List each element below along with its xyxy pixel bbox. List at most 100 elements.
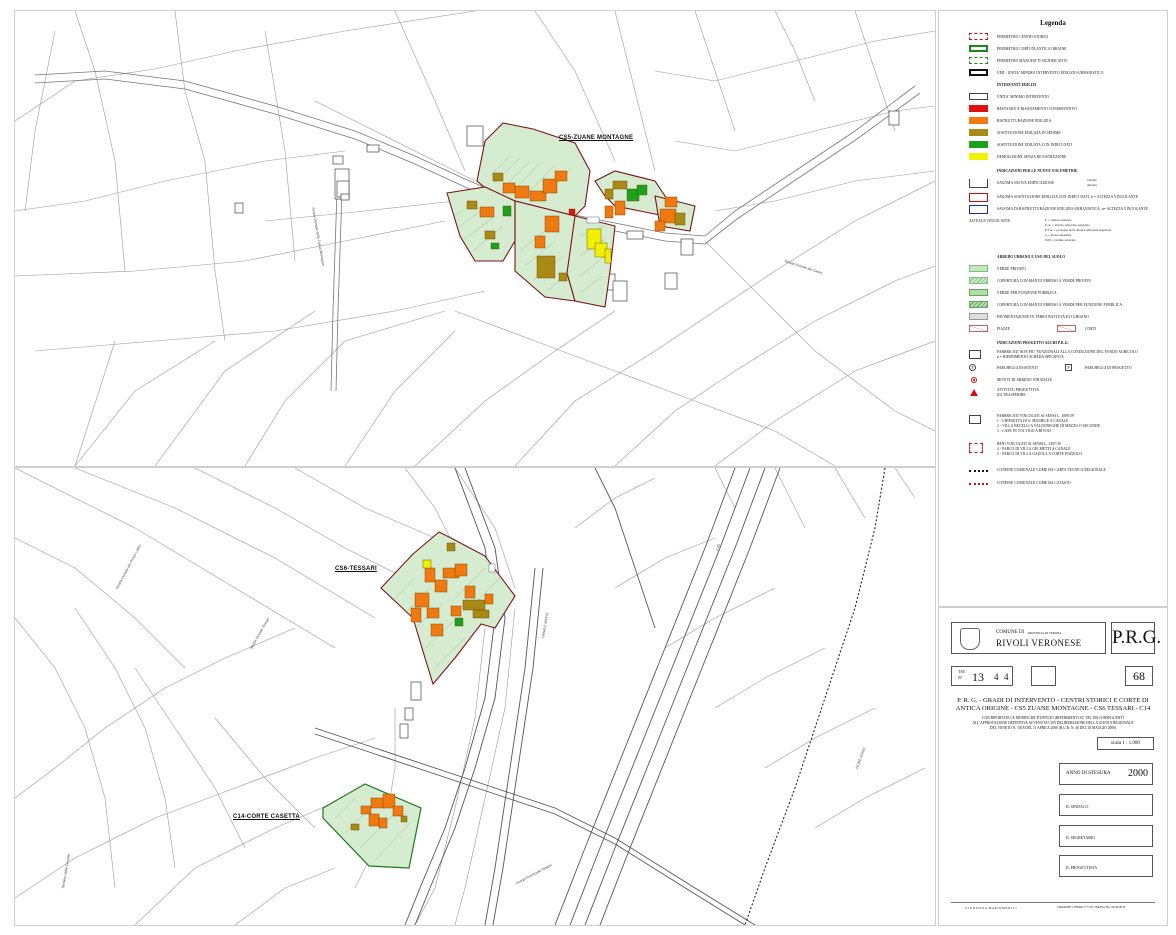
title-block: COMUNE DI PROVINCIA DI VERONA RIVOLI VER… — [938, 607, 1168, 926]
legend-item: PERIMETRO CENTRI STORICI — [997, 35, 1049, 39]
swatch-fabbricati-vincolati — [969, 415, 981, 424]
swatch-sostituzione-indici — [969, 141, 988, 148]
sheet-note-line-1: CON RIPORTATE LE MODIFICHE D'UFFICIO (RI… — [982, 716, 1124, 720]
map-label-c14: C14-CORTE CASETTA — [233, 814, 300, 820]
legend-item: ALTEZZA VINCOLANTE — [969, 219, 1011, 223]
swatch-sostituzione-sedime — [969, 129, 988, 136]
tav-label: TAV. — [958, 669, 966, 674]
legend-item: 2 - VILLA BECELLI A VALDONEGHE DI MEZZO … — [997, 424, 1101, 428]
legend-heading: INDICAZIONI PROGETTO ALCHI P.R.G. — [997, 341, 1069, 345]
map-panel-cs6-c14[interactable]: CS6-TESSARI C14-CORTE CASETTA Strada Vic… — [14, 467, 936, 926]
parking-existing-icon: P — [969, 364, 976, 371]
legend-item: UMI - UNITA' MINIMO INTERVENTO EDILIZIO-… — [997, 71, 1104, 75]
swatch-verde-pubblico — [969, 289, 988, 296]
swatch-verde-privato — [969, 265, 988, 272]
tav-number: 13 — [972, 670, 984, 684]
arredo-stradale-icon — [971, 377, 977, 383]
legend-item: CORTI — [1085, 327, 1097, 331]
legend-item: 3 - CASE IN VIA VIGO A RIVOLI — [997, 429, 1052, 433]
swatch-unita-minima — [969, 93, 988, 100]
attivita-produttiva-icon — [970, 389, 978, 396]
swatch-confine-catasto — [969, 483, 988, 485]
legend-item: PIAZZE — [997, 327, 1010, 331]
legend-item: SOSTITUZIONE EDILIZIA IN SEDIME — [997, 131, 1061, 135]
legend-panel: Legenda PERIMETRO CENTRI STORICI PERIMET… — [938, 10, 1168, 607]
scale-box: scala 1 : 1.000 — [1097, 737, 1154, 750]
legend-item: SAGOMA DI RISTRUTTURAZIONE EDILIZIO-URBA… — [997, 207, 1149, 211]
progettista-signature-box: IL PROGETTISTA — [1059, 855, 1153, 877]
legend-item: n = RIFERIMENTO SCHEDA SPECIFICA — [997, 355, 1064, 359]
map-panel-cs5[interactable]: CS5-ZUANE MONTAGNE Strada Vicinale della… — [14, 10, 936, 467]
legend-item: VERDE PER FUNZIONE PUBBLICA — [997, 291, 1057, 295]
legend-item: 4 - PARCO DI VILLA GELMETTI A CANALE — [997, 447, 1071, 451]
comune-name: RIVOLI VERONESE — [996, 638, 1082, 648]
legend-item: RESTAURO E RISANAMENTO CONSERVATIVO — [997, 107, 1077, 111]
segretario-label: IL SEGRETARIO — [1066, 835, 1096, 840]
legend-item: ATTIVITA' PRODUTTIVA — [997, 388, 1040, 392]
legend-item: SAGOMA SOSTITUZIONE EDILIZIA CON INDICI … — [997, 195, 1139, 199]
legend-item: 1 - CHIESETTA DI S. MICHELE A CANALE — [997, 419, 1069, 423]
tav-n-label: N° — [958, 675, 963, 680]
swatch-perimetro-corti — [969, 45, 988, 52]
legend-volume-label: Volume — [1087, 178, 1097, 182]
swatch-demolizione — [969, 153, 988, 160]
map-label-cs6: CS6-TESSARI — [335, 566, 377, 572]
legend-item: FABBRICATI NON PIU' FUNZIONALI ALLA COND… — [997, 350, 1138, 354]
legend-heading: INTERVENTI EDILIZI — [997, 83, 1037, 87]
legend-item: PAVIMENTAZIONE IN TERRA BATTUTA E/O GHIA… — [997, 315, 1089, 319]
provincia-label: PROVINCIA DI VERONA — [1028, 631, 1062, 635]
cadastral-map-cs5 — [15, 11, 935, 466]
swatch-manto-erboso-pubblico — [969, 301, 988, 308]
tav-sub-2: 4 — [1004, 672, 1009, 682]
legend-item: DEMOLIZIONE SENZA RICOSTRUZIONE — [997, 155, 1067, 159]
sheet-note-line-2: ALL'APPROVAZIONE DEFINITIVA AVVENUTA CON… — [972, 721, 1134, 725]
tav-box: TAV. N° 13 4 4 — [951, 666, 1013, 686]
legend-item: VERDE PRIVATO — [997, 267, 1026, 271]
anno-label: ANNO DI STESURA — [1066, 771, 1111, 776]
legend-item: PARCHEGGI DI PROGETTO — [1085, 366, 1132, 370]
legend-code: E = altezza esistente — [1045, 218, 1072, 222]
map-label-cs5: CS5-ZUANE MONTAGNE — [559, 135, 634, 141]
comune-seal-icon — [960, 628, 980, 650]
comune-box: COMUNE DI PROVINCIA DI VERONA RIVOLI VER… — [951, 622, 1106, 654]
legend-heading: INDICAZIONI PER LE NUOVE VOLUMETRIE — [997, 169, 1078, 173]
legend-item: SAGOMA NUOVA EDIFICAZIONE — [997, 181, 1054, 185]
swatch-sagoma-ristrutturazione — [969, 205, 988, 214]
swatch-perimetro-centri — [969, 33, 988, 40]
swatch-piazze — [969, 325, 988, 332]
legend-code: P.T.A. = prosegue della altezza adiacent… — [1045, 228, 1112, 232]
swatch-confine-ctr — [969, 470, 988, 472]
legend-item: CONFINE COMUNALE COME DA CARTA TECNICA R… — [997, 468, 1106, 472]
legend-item: BENI VINCOLATI AI SENSI L. 1497/39 — [997, 442, 1061, 446]
swatch-sagoma-sostituzione — [969, 193, 988, 202]
map-sheet: CS5-ZUANE MONTAGNE Strada Vicinale della… — [0, 0, 1176, 935]
footer-divider — [951, 902, 1155, 903]
legend-code: n = altezza massima — [1045, 233, 1072, 237]
studio-name: S T U D I O I N G. M A R I O M E D I C I — [965, 906, 1017, 910]
swatch-sagoma-nuova — [969, 179, 988, 188]
swatch-terra-battuta — [969, 313, 988, 320]
legend-altezza-label: Altezza — [1087, 183, 1097, 187]
legend-item: SOSTITUZIONE EDILIZIA CON INDICI DATI — [997, 143, 1072, 147]
legend-item: UNITA' MINIMO INTERVENTO — [997, 95, 1050, 99]
legend-item: COPERTURA CON MANTO ERBOSO A VERDE PRIVA… — [997, 279, 1092, 283]
swatch-fabbricati-non-funzionali — [969, 350, 981, 359]
legend-item: RISTRUTTURAZIONE EDILIZIA — [997, 119, 1052, 123]
swatch-manto-erboso-privato — [969, 277, 988, 284]
parking-project-icon: P — [1065, 364, 1072, 371]
legend-code: U.A. = altezza adiacente segnalata — [1045, 223, 1090, 227]
anno-value: 2000 — [1128, 768, 1148, 779]
progettista-label: IL PROGETTISTA — [1066, 865, 1098, 870]
comune-di-label: COMUNE DI — [996, 630, 1025, 635]
sheet-title-line-1: P. R. G. - GRADI DI INTERVENTO - CENTRI … — [957, 697, 1149, 704]
legend-item: DA TRASFERIRE — [997, 393, 1026, 397]
swatch-corti — [1057, 325, 1076, 332]
legend-item: MOTIVI DI ARREDO STRADALE — [997, 378, 1053, 382]
legend-code: 0.00 = volume esistente — [1045, 238, 1076, 242]
sindaco-signature-box: IL SINDACO — [1059, 794, 1153, 816]
legend-item: 5 - PARCO DI VILLA GAZOLA A CORTE POZZOL… — [997, 452, 1082, 456]
legend-item: FABBRICATI VINCOLATI AI SENSI L. 1089/39 — [997, 414, 1074, 418]
legend-item: CONFINE COMUNALE COME DA CATASTO — [997, 481, 1071, 485]
legend-item: PARCHEGGI ESISTENTI — [997, 366, 1038, 370]
sheet-title-line-2: ANTICA ORIGINE - CS5 ZUANE MONTAGNE - CS… — [955, 705, 1151, 712]
